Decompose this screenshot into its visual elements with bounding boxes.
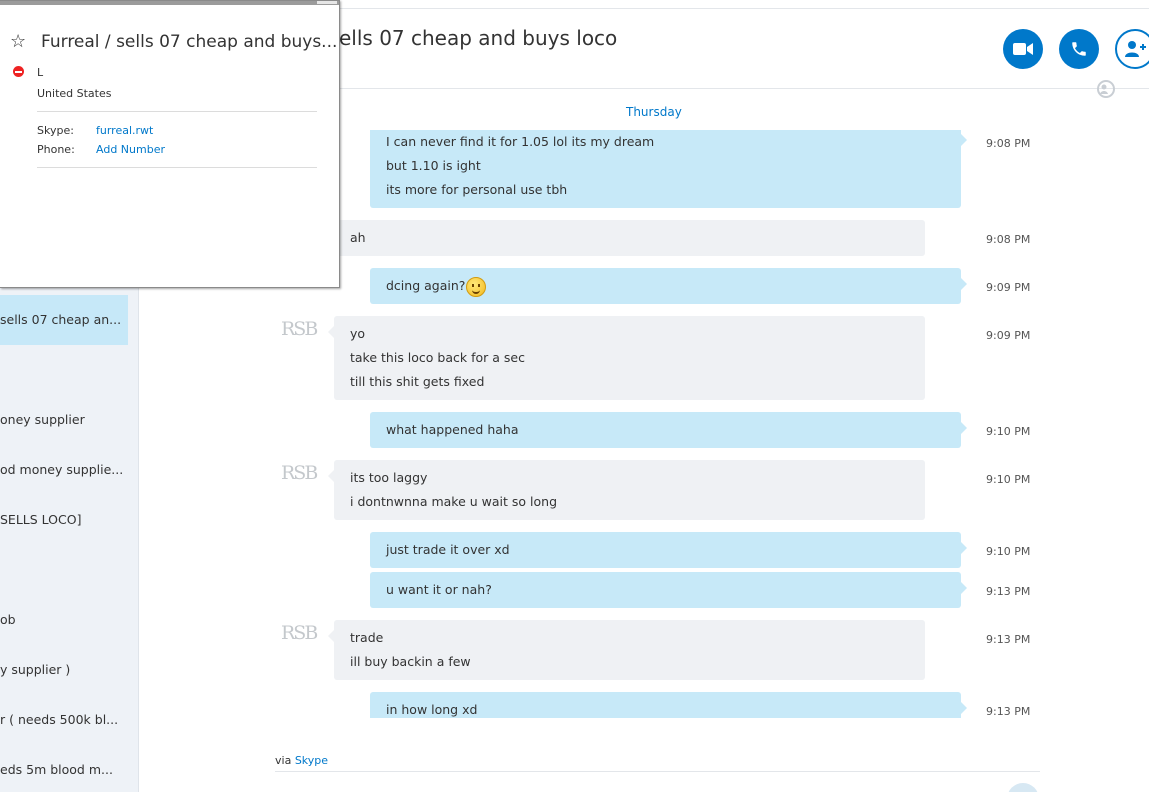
- audio-call-button[interactable]: [1059, 29, 1099, 69]
- contact-name: L: [37, 66, 44, 79]
- message-line: just trade it over xd: [386, 542, 510, 557]
- sidebar-item-conversation[interactable]: r ( needs 500k bl...: [0, 695, 128, 745]
- incoming-message[interactable]: yo take this loco back for a sec till th…: [328, 316, 925, 400]
- via-text: via: [275, 754, 292, 767]
- outgoing-message[interactable]: just trade it over xd: [370, 532, 967, 568]
- add-people-icon: [1125, 41, 1146, 57]
- day-separator: Thursday: [626, 105, 682, 119]
- message-line: till this shit gets fixed: [350, 374, 485, 389]
- message-timestamp: 9:10 PM: [986, 473, 1031, 486]
- divider: [37, 111, 317, 112]
- message-timestamp: 9:09 PM: [986, 329, 1031, 342]
- message-line: trade: [350, 630, 384, 645]
- add-people-button[interactable]: [1115, 29, 1149, 69]
- skype-name-link[interactable]: furreal.rwt: [96, 124, 153, 137]
- divider: [339, 8, 1149, 9]
- avatar[interactable]: RSB: [281, 622, 318, 644]
- profile-popup: ☆ Furreal / sells 07 cheap and buys... L…: [0, 0, 340, 288]
- message-line: dcing again?: [386, 278, 466, 293]
- sidebar-item-conversation[interactable]: eds 5m blood m...: [0, 745, 128, 792]
- message-line: take this loco back for a sec: [350, 350, 525, 365]
- compose-divider: [275, 771, 1040, 772]
- phone-label: Phone:: [37, 143, 75, 156]
- header-divider: [339, 88, 1149, 89]
- smile-emoticon-icon: [466, 276, 487, 297]
- message-timestamp: 9:10 PM: [986, 425, 1031, 438]
- message-line: its more for personal use tbh: [386, 182, 568, 197]
- add-number-link[interactable]: Add Number: [96, 143, 165, 156]
- message-line: but 1.10 is ight: [386, 158, 481, 173]
- sidebar-item-conversation[interactable]: ob: [0, 595, 128, 645]
- message-timestamp: 9:10 PM: [986, 545, 1031, 558]
- outgoing-message[interactable]: dcing again?: [370, 268, 967, 304]
- via-skype-link[interactable]: Skype: [295, 754, 328, 767]
- avatar[interactable]: RSB: [281, 318, 318, 340]
- message-timestamp: 9:08 PM: [986, 233, 1031, 246]
- via-label: via Skype: [275, 754, 328, 767]
- conversation-title: ells 07 cheap and buys loco: [339, 26, 618, 50]
- outgoing-message[interactable]: what happened haha: [370, 412, 967, 448]
- participants-globe-icon[interactable]: [1096, 79, 1116, 99]
- message-line: ah: [350, 230, 366, 245]
- incoming-message[interactable]: ah: [328, 220, 925, 256]
- video-call-button[interactable]: [1003, 29, 1043, 69]
- incoming-message[interactable]: its too laggy i dontnwnna make u wait so…: [328, 460, 925, 520]
- message-line: u want it or nah?: [386, 582, 492, 597]
- divider: [37, 167, 317, 168]
- phone-call-icon: [1072, 42, 1086, 56]
- incoming-message[interactable]: trade ill buy backin a few: [328, 620, 925, 680]
- outgoing-message[interactable]: I can never find it for 1.05 lol its my …: [370, 130, 967, 208]
- message-line: I can never find it for 1.05 lol its my …: [386, 134, 655, 149]
- avatar[interactable]: RSB: [281, 462, 318, 484]
- message-line: i dontnwnna make u wait so long: [350, 494, 558, 509]
- message-timestamp: 9:13 PM: [986, 585, 1031, 598]
- sidebar-item-conversation[interactable]: oney supplier: [0, 395, 128, 445]
- message-line: its too laggy: [350, 470, 428, 485]
- popup-titlebar[interactable]: [0, 1, 339, 5]
- message-line: in how long xd: [386, 702, 478, 717]
- skype-label: Skype:: [37, 124, 74, 137]
- compose-action-button[interactable]: [1007, 783, 1039, 792]
- favorite-star-icon[interactable]: ☆: [10, 31, 26, 52]
- video-call-icon: [1013, 43, 1033, 55]
- message-timestamp: 9:09 PM: [986, 281, 1031, 294]
- sidebar-item-conversation[interactable]: SELLS LOCO]: [0, 495, 128, 545]
- message-timestamp: 9:13 PM: [986, 633, 1031, 646]
- message-line: ill buy backin a few: [350, 654, 471, 669]
- sidebar-item-conversation[interactable]: sells 07 cheap an...: [0, 295, 128, 345]
- popup-title: Furreal / sells 07 cheap and buys...: [41, 32, 338, 52]
- outgoing-message[interactable]: u want it or nah?: [370, 572, 967, 608]
- message-timestamp: 9:13 PM: [986, 705, 1031, 718]
- sidebar-item-conversation[interactable]: od money supplie...: [0, 445, 128, 495]
- message-line: yo: [350, 326, 366, 341]
- outgoing-message[interactable]: in how long xd: [370, 692, 967, 718]
- busy-status-icon: [13, 66, 24, 77]
- message-timestamp: 9:08 PM: [986, 137, 1031, 150]
- sidebar-item-conversation[interactable]: y supplier ): [0, 645, 128, 695]
- message-line: what happened haha: [386, 422, 519, 437]
- contact-location: United States: [37, 87, 112, 100]
